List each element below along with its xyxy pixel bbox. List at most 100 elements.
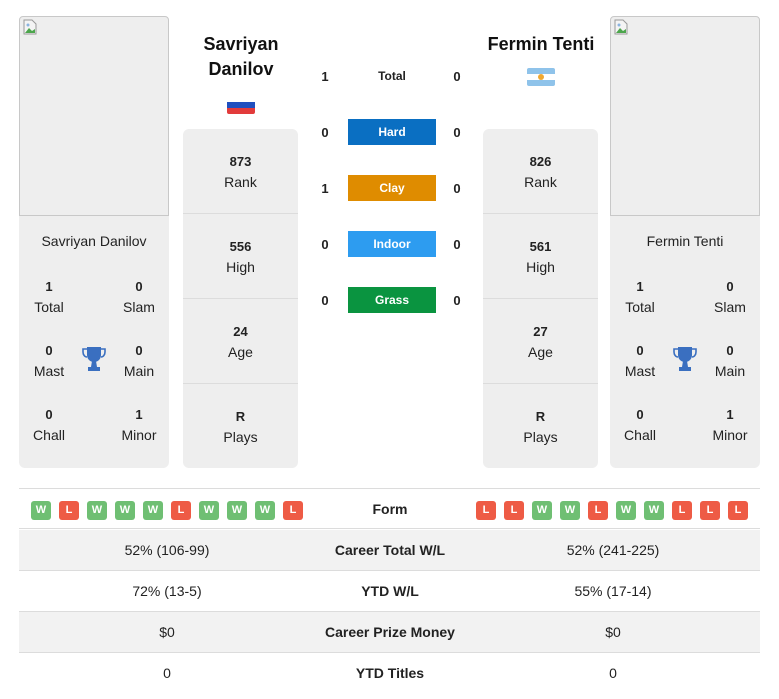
h2h-row-clay: 1 Clay 0: [310, 175, 470, 203]
stat-age: 27 Age: [483, 299, 598, 384]
stat-plays: R Plays: [223, 409, 258, 445]
h2h-right-value: 0: [453, 293, 461, 308]
right-value: 55% (17-14): [574, 583, 652, 599]
trophy-icon: [82, 347, 106, 371]
form-loss-badge[interactable]: L: [59, 501, 79, 520]
form-loss-badge[interactable]: L: [504, 501, 524, 520]
sun-of-may-icon: [538, 73, 544, 80]
titles-chall: 0 Chall: [624, 407, 656, 443]
form-win-badge[interactable]: W: [227, 501, 247, 520]
comparison-row-career-prize-money: $0 Career Prize Money $0: [19, 612, 760, 653]
surface-clay-badge[interactable]: Clay: [348, 175, 436, 201]
stat-high: 561 High: [483, 214, 598, 299]
stats-card-right: 826 Rank 561 High 27 Age R Plays: [483, 129, 598, 468]
player-name-line1[interactable]: Savriyan: [171, 32, 311, 57]
form-label: Form: [372, 501, 408, 517]
surface-hard-badge[interactable]: Hard: [348, 119, 436, 145]
form-win-badge[interactable]: W: [115, 501, 135, 520]
titles-chall: 0 Chall: [33, 407, 65, 443]
row-label: Career Prize Money: [325, 624, 455, 640]
form-win-badge[interactable]: W: [644, 501, 664, 520]
h2h-left-value: 0: [321, 125, 329, 140]
h2h-row-total: 1 Total 0: [310, 63, 470, 91]
h2h-row-indoor: 0 Indoor 0: [310, 231, 470, 259]
russia-flag-icon: [227, 96, 255, 114]
form-loss-badge[interactable]: L: [700, 501, 720, 520]
titles-minor: 1 Minor: [121, 407, 157, 443]
form-win-badge[interactable]: W: [87, 501, 107, 520]
player-name-line2[interactable]: Danilov: [171, 57, 311, 82]
stat-high: 556 High: [183, 214, 298, 299]
left-value: 52% (106-99): [124, 542, 210, 558]
form-loss-badge[interactable]: L: [171, 501, 191, 520]
trophy-icon: [673, 347, 697, 371]
right-value: 52% (241-225): [566, 542, 660, 558]
h2h-left-value: 1: [321, 181, 329, 196]
titles-mast: 0 Mast: [624, 343, 656, 379]
left-value: $0: [159, 624, 175, 640]
player-photo-right: [610, 16, 760, 216]
h2h-right-value: 0: [453, 237, 461, 252]
row-label: YTD W/L: [361, 583, 419, 599]
h2h-left-value: 0: [321, 293, 329, 308]
form-row: WLWWWLWWWL Form LLWWLWWLLL: [19, 488, 760, 529]
form-win-badge[interactable]: W: [31, 501, 51, 520]
stat-plays: R Plays: [523, 409, 558, 445]
titles-card-left: Savriyan Danilov 1 Total 0 Slam 0 Mast 0 Mai…: [19, 216, 169, 468]
left-value: 0: [163, 665, 171, 681]
right-value: 0: [609, 665, 617, 681]
stat-rank: 826 Rank: [483, 129, 598, 214]
player-name[interactable]: Fermin Tenti: [471, 32, 611, 57]
left-value: 72% (13-5): [132, 583, 202, 599]
form-loss-badge[interactable]: L: [588, 501, 608, 520]
stat-rank: 873 Rank: [183, 129, 298, 214]
surface-grass-badge[interactable]: Grass: [348, 287, 436, 313]
form-win-badge[interactable]: W: [199, 501, 219, 520]
titles-slam: 0 Slam: [714, 279, 746, 315]
flag-band: [227, 107, 255, 114]
form-win-badge[interactable]: W: [255, 501, 275, 520]
row-label: YTD Titles: [355, 665, 425, 681]
titles-card-right: Fermin Tenti 1 Total 0 Slam 0 Mast 0 Main 0C…: [610, 216, 760, 468]
broken-image-icon: [23, 19, 37, 35]
player-header-right: Fermin Tenti: [471, 32, 611, 57]
flag-band: [527, 73, 555, 80]
surface-total-label: Total: [378, 69, 406, 83]
argentina-flag-icon: [527, 68, 555, 86]
comparison-row-ytd-wl: 72% (13-5) YTD W/L 55% (17-14): [19, 571, 760, 612]
h2h-left-value: 1: [321, 69, 329, 84]
titles-main: 0 Main: [123, 343, 155, 379]
form-loss-badge[interactable]: L: [672, 501, 692, 520]
comparison-row-ytd-titles: 0 YTD Titles 0: [19, 653, 760, 694]
h2h-right-value: 0: [453, 125, 461, 140]
form-loss-badge[interactable]: L: [728, 501, 748, 520]
stats-card-left: 873 Rank 556 High 24 Age R Plays: [183, 129, 298, 468]
right-value: $0: [605, 624, 621, 640]
titles-slam: 0 Slam: [123, 279, 155, 315]
player-header-left: Savriyan Danilov: [171, 32, 311, 82]
flag-band: [527, 79, 555, 86]
player-name[interactable]: Fermin Tenti: [610, 233, 760, 249]
h2h-right-value: 0: [453, 181, 461, 196]
titles-total: 1 Total: [34, 279, 64, 315]
form-win-badge[interactable]: W: [560, 501, 580, 520]
form-badges-left: WLWWWLWWWL: [31, 501, 303, 520]
titles-total: 1 Total: [625, 279, 655, 315]
form-loss-badge[interactable]: L: [476, 501, 496, 520]
row-label: Career Total W/L: [334, 542, 446, 558]
h2h-left-value: 0: [321, 237, 329, 252]
h2h-right-value: 0: [453, 69, 461, 84]
form-win-badge[interactable]: W: [532, 501, 552, 520]
h2h-row-hard: 0 Hard 0: [310, 119, 470, 147]
player-name[interactable]: Savriyan Danilov: [19, 233, 169, 249]
stat-age: 24 Age: [183, 299, 298, 384]
form-badges-right: LLWWLWWLLL: [476, 501, 748, 520]
titles-minor: 1 Minor: [712, 407, 748, 443]
form-win-badge[interactable]: W: [143, 501, 163, 520]
surface-indoor-badge[interactable]: Indoor: [348, 231, 436, 257]
titles-mast: 0 Mast: [33, 343, 65, 379]
form-win-badge[interactable]: W: [616, 501, 636, 520]
player-photo-left: [19, 16, 169, 216]
comparison-row-career-total-wl: 52% (106-99) Career Total W/L 52% (241-2…: [19, 530, 760, 571]
titles-main: 0 Main: [714, 343, 746, 379]
